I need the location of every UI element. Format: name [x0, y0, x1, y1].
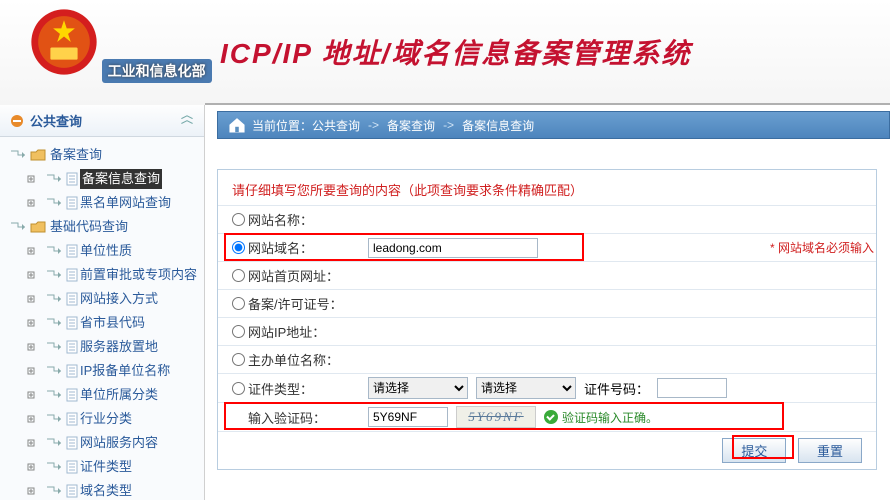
label-cert: 证件类型：: [248, 379, 368, 398]
row-homepage: 网站首页网址：: [218, 261, 876, 289]
tree-group[interactable]: 基础代码查询: [4, 215, 200, 239]
header-divider: [205, 103, 890, 105]
breadcrumb-prefix: 当前位置：: [252, 117, 312, 134]
input-captcha[interactable]: [368, 407, 448, 427]
ministry-emblem-box: 工业和信息化部: [30, 8, 212, 83]
label-site-name: 网站名称：: [248, 210, 368, 229]
tree-leaf[interactable]: 省市县代码: [4, 311, 200, 335]
radio-site-name[interactable]: [232, 213, 245, 226]
label-domain: 网站域名：: [248, 238, 368, 257]
site-title: ICP/IP 地址/域名信息备案管理系统: [220, 32, 691, 72]
captcha-image[interactable]: 5Y69NF: [456, 406, 536, 428]
row-license: 备案/许可证号：: [218, 289, 876, 317]
button-row: 提交 重置: [218, 431, 876, 469]
home-icon: [228, 117, 246, 133]
label-license: 备案/许可证号：: [248, 294, 368, 313]
tree-leaf[interactable]: 域名类型: [4, 479, 200, 500]
row-captcha: 输入验证码： 5Y69NF 验证码输入正确。: [218, 402, 876, 431]
captcha-status: 验证码输入正确。: [544, 409, 658, 426]
breadcrumb: 当前位置： 公共查询 -> 备案查询 -> 备案信息查询: [217, 111, 890, 139]
tree-leaf[interactable]: 网站接入方式: [4, 287, 200, 311]
collapse-icon: [10, 114, 24, 128]
breadcrumb-sep: ->: [443, 118, 454, 132]
sidebar: 公共查询 备案查询 备案信息查询 黑名单网站查询 基础代码查询 单位性质 前置审…: [0, 105, 205, 500]
radio-homepage[interactable]: [232, 269, 245, 282]
sidebar-arrows-icon[interactable]: [180, 113, 194, 128]
label-homepage: 网站首页网址：: [248, 266, 368, 285]
label-sponsor: 主办单位名称：: [248, 350, 368, 369]
ministry-label: 工业和信息化部: [102, 59, 212, 83]
radio-domain[interactable]: [232, 241, 245, 254]
tree-group[interactable]: 备案查询: [4, 143, 200, 167]
page-header: 工业和信息化部 ICP/IP 地址/域名信息备案管理系统: [0, 0, 890, 105]
tree-leaf[interactable]: 黑名单网站查询: [4, 191, 200, 215]
check-icon: [544, 410, 558, 424]
breadcrumb-sep: ->: [368, 118, 379, 132]
input-cert-num[interactable]: [657, 378, 727, 398]
label-cert-num: 证件号码：: [584, 379, 649, 398]
radio-license[interactable]: [232, 297, 245, 310]
tree-leaf[interactable]: 单位性质: [4, 239, 200, 263]
tree-leaf[interactable]: 单位所属分类: [4, 383, 200, 407]
breadcrumb-item[interactable]: 备案查询: [387, 117, 435, 134]
row-sponsor: 主办单位名称：: [218, 345, 876, 373]
radio-cert[interactable]: [232, 382, 245, 395]
captcha-ok-text: 验证码输入正确。: [562, 409, 658, 426]
tree-leaf[interactable]: 行业分类: [4, 407, 200, 431]
tree-leaf[interactable]: 前置审批或专项内容: [4, 263, 200, 287]
input-domain[interactable]: [368, 238, 538, 258]
select-cert-type2[interactable]: 请选择: [476, 377, 576, 399]
query-form-panel: 请仔细填写您所要查询的内容（此项查询要求条件精确匹配） 网站名称： 网站域名： …: [217, 169, 877, 470]
select-cert-type1[interactable]: 请选择: [368, 377, 468, 399]
tree-leaf[interactable]: 备案信息查询: [4, 167, 200, 191]
form-hint: 请仔细填写您所要查询的内容（此项查询要求条件精确匹配）: [218, 170, 876, 205]
reset-button[interactable]: 重置: [798, 438, 862, 463]
radio-ip[interactable]: [232, 325, 245, 338]
radio-sponsor[interactable]: [232, 353, 245, 366]
label-captcha: 输入验证码：: [248, 408, 368, 427]
sidebar-title: 公共查询: [30, 111, 82, 130]
breadcrumb-item[interactable]: 公共查询: [312, 117, 360, 134]
tree-leaf[interactable]: IP报备单位名称: [4, 359, 200, 383]
row-ip: 网站IP地址：: [218, 317, 876, 345]
tree-leaf[interactable]: 证件类型: [4, 455, 200, 479]
label-ip: 网站IP地址：: [248, 322, 368, 341]
note-domain-required: * 网站域名必须输入: [770, 239, 874, 256]
row-site-name: 网站名称：: [218, 205, 876, 233]
submit-button[interactable]: 提交: [722, 438, 786, 463]
tree-leaf[interactable]: 网站服务内容: [4, 431, 200, 455]
breadcrumb-item[interactable]: 备案信息查询: [462, 117, 534, 134]
row-domain: 网站域名： * 网站域名必须输入: [218, 233, 876, 261]
main-content: 当前位置： 公共查询 -> 备案查询 -> 备案信息查询 请仔细填写您所要查询的…: [205, 105, 890, 500]
sidebar-header[interactable]: 公共查询: [0, 105, 204, 137]
sidebar-tree: 备案查询 备案信息查询 黑名单网站查询 基础代码查询 单位性质 前置审批或专项内…: [0, 137, 204, 500]
tree-leaf[interactable]: 服务器放置地: [4, 335, 200, 359]
row-cert: 证件类型： 请选择 请选择 证件号码：: [218, 373, 876, 402]
national-emblem-icon: [30, 8, 98, 76]
